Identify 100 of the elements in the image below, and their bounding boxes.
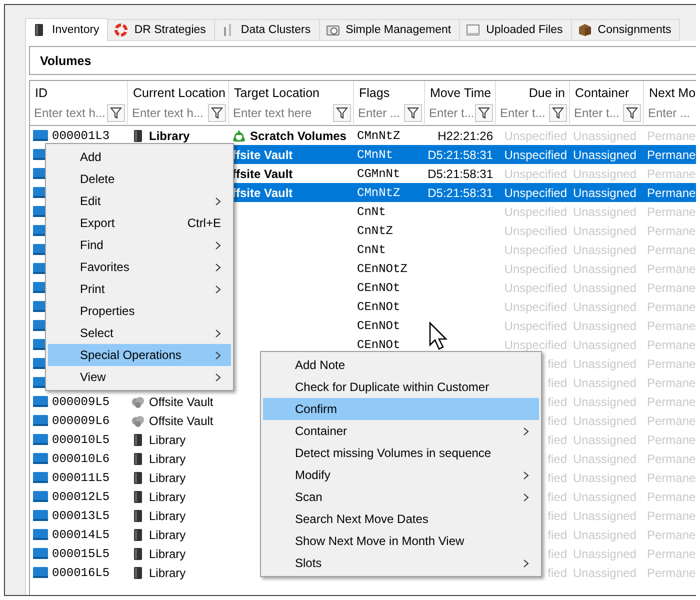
- table-cell: 000009L6: [52, 414, 110, 428]
- table-cell: CnNt: [357, 242, 386, 256]
- filter-button[interactable]: [475, 104, 493, 122]
- chevron-icon: [215, 262, 221, 272]
- table-cell: Library: [149, 490, 186, 504]
- table-cell: Library: [149, 528, 186, 542]
- tab[interactable]: Simple Management: [318, 19, 460, 41]
- table-cell: 000010L5: [52, 432, 110, 446]
- filter-button[interactable]: [623, 104, 641, 122]
- filter-field[interactable]: Enter text h...: [132, 106, 206, 120]
- filter-button[interactable]: [208, 104, 226, 122]
- column-header[interactable]: Due in: [496, 81, 570, 102]
- column-header[interactable]: Flags: [354, 81, 425, 102]
- table-cell: CEnNOt: [357, 318, 400, 332]
- filter-icon: [626, 107, 638, 119]
- chevron-icon: [523, 558, 529, 568]
- table-cell: Library: [149, 470, 186, 484]
- panel-title: Volumes: [40, 54, 92, 68]
- filter-button[interactable]: [549, 104, 567, 122]
- menu-item[interactable]: Edit: [48, 190, 231, 212]
- table-cell: D5:21:58:31: [428, 166, 493, 180]
- column-header[interactable]: Move Time: [425, 81, 496, 102]
- menu-item[interactable]: Find: [48, 234, 231, 256]
- filter-field[interactable]: Enter t...: [500, 106, 547, 120]
- menu-item[interactable]: Detect missing Volumes in sequence: [263, 442, 539, 464]
- tape-icon: [33, 433, 48, 446]
- chevron-icon: [523, 470, 529, 480]
- table-cell: CEnNOt: [357, 300, 400, 314]
- filter-field[interactable]: Enter ...: [358, 106, 402, 120]
- table-cell: Permane: [644, 183, 696, 202]
- menu-item[interactable]: Favorites: [48, 256, 231, 278]
- table-cell: Unspecified: [496, 183, 570, 202]
- menu-item[interactable]: Delete: [48, 168, 231, 190]
- tape-icon: [33, 490, 48, 503]
- column-header[interactable]: Container: [570, 81, 644, 102]
- table-cell: D5:21:58:31: [425, 145, 496, 164]
- filter-field[interactable]: Enter text h...: [34, 106, 105, 120]
- tape-icon: [33, 547, 48, 560]
- filter-button[interactable]: [107, 104, 125, 122]
- menu-item[interactable]: Add: [48, 146, 231, 168]
- menu-item[interactable]: Add Note: [263, 354, 539, 376]
- tab[interactable]: DR Strategies: [107, 19, 215, 41]
- column-header[interactable]: Next Mo: [644, 81, 696, 102]
- tape-icon: [33, 471, 48, 484]
- filter-icon: [552, 107, 564, 119]
- chevron-icon: [215, 328, 221, 338]
- camera-icon: [326, 23, 340, 37]
- table-cell: 000010L6: [52, 452, 110, 466]
- menu-item[interactable]: Export Ctrl+E: [48, 212, 231, 234]
- filter-field[interactable]: Enter t...: [574, 106, 621, 120]
- menu-item[interactable]: Select: [48, 322, 231, 344]
- table-cell: Offsite Vault: [149, 394, 214, 408]
- tab[interactable]: Uploaded Files: [459, 19, 572, 41]
- table-cell: CGMnNt: [357, 166, 400, 180]
- menu-item[interactable]: View: [48, 366, 231, 388]
- chevron-icon: [215, 350, 221, 360]
- column-header[interactable]: ID: [30, 81, 128, 102]
- menu-item[interactable]: Print: [48, 278, 231, 300]
- filter-field[interactable]: Enter ...: [648, 106, 696, 120]
- filter-icon: [336, 107, 348, 119]
- table-cell: 000011L5: [52, 470, 110, 484]
- menu-item[interactable]: Scan: [263, 486, 539, 508]
- table-cell: CEnNOt: [357, 338, 400, 352]
- menu-item[interactable]: Confirm: [263, 398, 539, 420]
- table-cell: Unassigned: [570, 145, 644, 164]
- menu-item[interactable]: Slots: [263, 552, 539, 574]
- tab[interactable]: Inventory: [25, 18, 108, 41]
- tape-icon: [33, 395, 48, 408]
- table-cell: Library: [149, 566, 186, 580]
- menu-item[interactable]: Show Next Move in Month View: [263, 530, 539, 552]
- box-icon: [578, 23, 592, 37]
- table-cell: CMnNt: [354, 145, 425, 164]
- table-cell: CnNtZ: [357, 224, 394, 238]
- filter-button[interactable]: [404, 104, 422, 122]
- table-cell: Unspecified: [496, 145, 570, 164]
- tape-icon: [33, 528, 48, 541]
- menu-item[interactable]: Container: [263, 420, 539, 442]
- menu-item[interactable]: Properties: [48, 300, 231, 322]
- tab[interactable]: Consignments: [570, 19, 680, 41]
- filter-field[interactable]: Enter text here: [233, 106, 331, 120]
- column-header[interactable]: Target Location: [229, 81, 354, 102]
- chevron-icon: [215, 284, 221, 294]
- table-cell: CMnNtZ: [354, 183, 425, 202]
- tab[interactable]: Data Clusters: [214, 19, 320, 41]
- filter-button[interactable]: [333, 104, 351, 122]
- table-cell: 000009L5: [52, 394, 110, 408]
- menu-item[interactable]: Special Operations: [48, 344, 231, 366]
- table-cell: Library: [149, 546, 186, 560]
- menu-item[interactable]: Check for Duplicate within Customer: [263, 376, 539, 398]
- column-header[interactable]: Current Location: [128, 81, 229, 102]
- table-cell: 000014L5: [52, 528, 110, 542]
- chevron-icon: [523, 426, 529, 436]
- table-cell: Library: [149, 452, 186, 466]
- tape-icon: [33, 414, 48, 427]
- pointer-icon: [428, 321, 450, 351]
- menu-item[interactable]: Modify: [263, 464, 539, 486]
- tape-icon: [33, 129, 48, 142]
- filter-field[interactable]: Enter t...: [429, 106, 473, 120]
- table-cell: H22:21:26: [438, 128, 493, 142]
- menu-item[interactable]: Search Next Move Dates: [263, 508, 539, 530]
